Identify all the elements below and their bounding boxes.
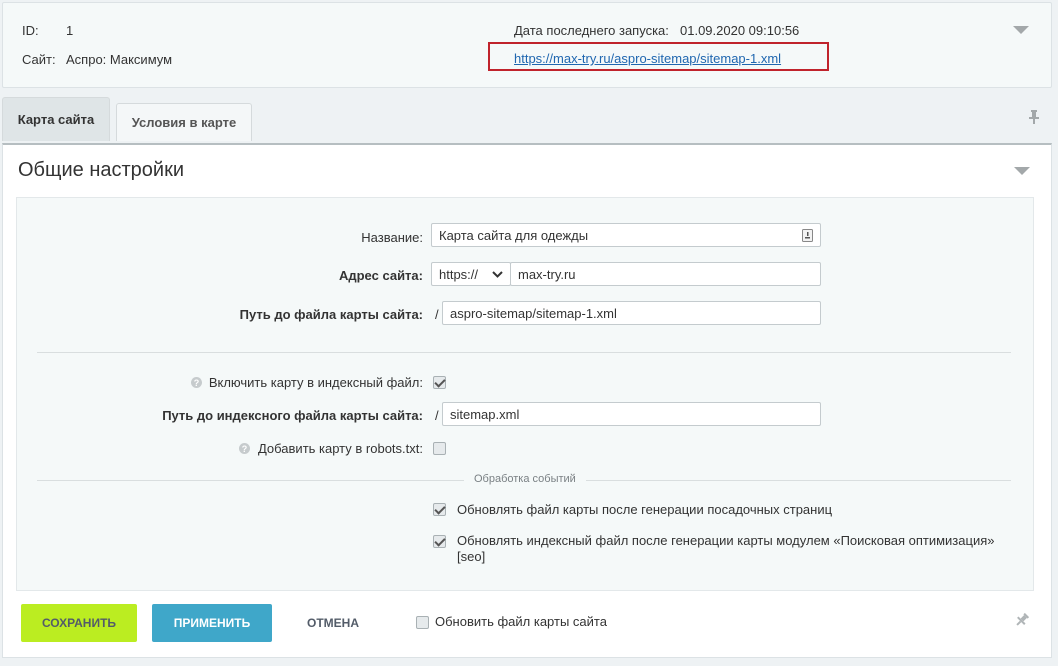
collapse-panel-icon[interactable] [1014, 167, 1030, 175]
robots-checkbox[interactable] [433, 442, 446, 455]
divider [37, 352, 1011, 353]
pin-icon[interactable] [1028, 109, 1040, 125]
name-label: Название: [361, 230, 423, 245]
help-icon[interactable]: ? [191, 377, 202, 388]
path-slash: / [435, 307, 439, 322]
name-field[interactable]: Карта сайта для одежды [431, 223, 821, 247]
cancel-button[interactable]: ОТМЕНА [293, 604, 373, 642]
update-index-label: Обновлять индексный файл после генерации… [457, 533, 995, 564]
tab-bar: Карта сайта Условия в карте [2, 97, 1050, 143]
index-path-label: Путь до индексного файла карты сайта: [162, 408, 423, 423]
update-after-landing-label: Обновлять файл карты после генерации пос… [457, 502, 833, 517]
help-icon[interactable]: ? [239, 443, 250, 454]
collapse-info-icon[interactable] [1013, 26, 1029, 34]
index-include-checkbox[interactable] [433, 376, 446, 389]
settings-form: Название: Карта сайта для одежды Адрес с… [16, 197, 1034, 591]
update-index-checkbox[interactable] [433, 535, 446, 548]
address-label: Адрес сайта: [338, 268, 423, 283]
events-caption: Обработка событий [464, 473, 586, 485]
pin-icon[interactable] [1014, 612, 1030, 628]
id-value: 1 [66, 23, 74, 38]
site-label: Сайт: [22, 52, 56, 67]
last-run-label: Дата последнего запуска: [514, 23, 669, 38]
refresh-sitemap-label: Обновить файл карты сайта [435, 614, 607, 629]
tab-sitemap[interactable]: Карта сайта [2, 97, 110, 141]
name-field-value: Карта сайта для одежды [439, 227, 589, 243]
apply-button[interactable]: ПРИМЕНИТЬ [152, 604, 272, 642]
last-run-value: 01.09.2020 09:10:56 [680, 23, 800, 38]
translit-icon[interactable] [802, 228, 813, 242]
protocol-select[interactable]: https:// [431, 262, 511, 286]
settings-panel: Общие настройки Название: Карта сайта дл… [2, 143, 1052, 658]
save-button[interactable]: СОХРАНИТЬ [21, 604, 137, 642]
refresh-sitemap-checkbox[interactable] [416, 616, 429, 629]
chevron-down-icon [492, 270, 503, 278]
site-value: Аспро: Максимум [66, 52, 173, 67]
robots-label: Добавить карту в robots.txt: [257, 441, 423, 456]
path-label: Путь до файла карты сайта: [239, 307, 423, 322]
panel-title: Общие настройки [18, 159, 184, 181]
index-path-field[interactable]: sitemap.xml [442, 402, 821, 426]
domain-field[interactable]: max-try.ru [510, 262, 821, 286]
index-include-label: Включить карту в индексный файл: [208, 375, 423, 390]
tab-conditions[interactable]: Условия в карте [116, 103, 252, 141]
sitemap-link[interactable]: https://max-try.ru/aspro-sitemap/sitemap… [514, 51, 781, 66]
id-label: ID: [22, 23, 39, 38]
path-field[interactable]: aspro-sitemap/sitemap-1.xml [442, 301, 821, 325]
update-after-landing-checkbox[interactable] [433, 503, 446, 516]
index-path-slash: / [435, 408, 439, 423]
protocol-select-value: https:// [439, 266, 479, 282]
